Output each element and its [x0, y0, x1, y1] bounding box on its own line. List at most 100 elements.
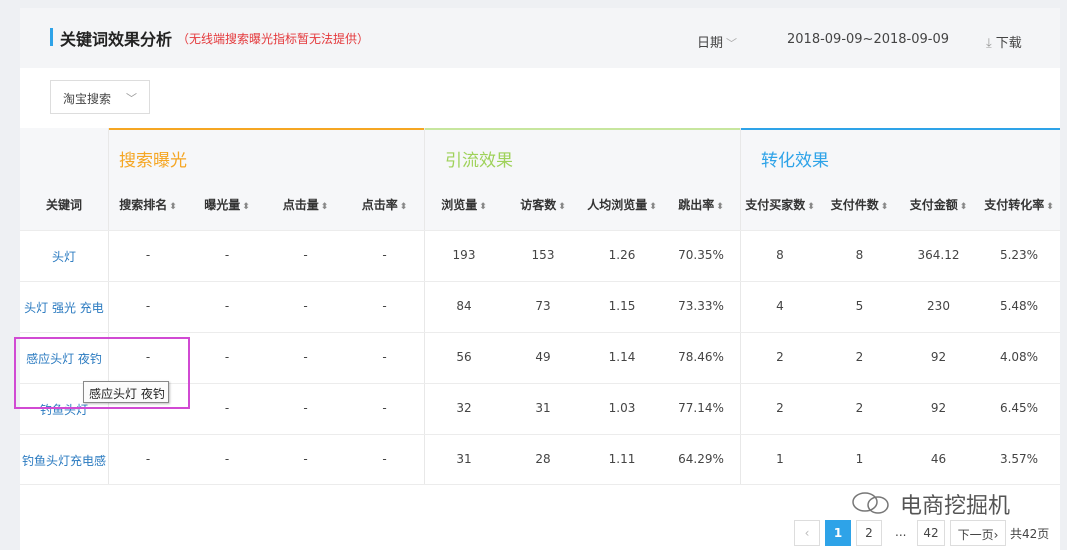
table-cell: -: [303, 401, 308, 415]
col-header-keyword: 关键词: [20, 196, 108, 213]
table-cell: -: [303, 299, 308, 313]
next-page-label: 下一页: [957, 528, 994, 542]
table-cell: 5.23%: [999, 248, 1039, 262]
table-cell: 1.14: [608, 350, 636, 364]
page-title: 关键词效果分析: [60, 30, 173, 49]
source-select[interactable]: 淘宝搜索 ﹀: [50, 80, 150, 114]
table-cell: -: [303, 452, 308, 466]
chevron-right-icon: ›: [993, 528, 999, 542]
table-cell: 364.12: [917, 248, 960, 262]
table-cell: 3.57%: [999, 452, 1039, 466]
col-header-label: 支付买家数: [745, 198, 806, 212]
table-cell: -: [224, 299, 230, 313]
sort-icon: ⬍: [959, 202, 968, 212]
download-button[interactable]: ⤓ 下载: [986, 32, 1022, 51]
table-cell: -: [382, 350, 387, 364]
page-subtitle-note: （无线端搜索曝光指标暂无法提供）: [177, 32, 370, 46]
table-cell: -: [382, 452, 387, 466]
table-cell: 49: [535, 350, 551, 364]
table-cell: 92: [930, 350, 947, 364]
keyword-link[interactable]: 钓鱼头灯充电感: [20, 452, 108, 469]
table-cell: -: [382, 401, 387, 415]
col-header-label: 跳出率: [678, 198, 715, 212]
col-header-label: 曝光量: [204, 198, 241, 212]
group-title-traffic: 引流效果: [445, 151, 513, 171]
col-header-avg-pageviews[interactable]: 人均浏览量 ⬍: [582, 196, 662, 213]
pagination-ellipsis: ...: [895, 525, 907, 539]
keyword-link[interactable]: 头灯: [20, 248, 108, 265]
table-cell: -: [145, 248, 151, 262]
table-cell: 77.14%: [678, 401, 724, 415]
col-header-label: 搜索排名: [119, 198, 168, 212]
pagination-total: 共42页: [1010, 527, 1050, 541]
col-header-search-rank[interactable]: 搜索排名 ⬍: [108, 196, 188, 213]
col-header-conversion-rate[interactable]: 支付转化率 ⬍: [978, 196, 1060, 213]
table-cell: 73: [535, 299, 551, 313]
table-cell: 1.15: [608, 299, 636, 313]
col-header-label: 支付件数: [830, 198, 879, 212]
col-header-label: 访客数: [520, 198, 557, 212]
table-cell: 31: [535, 401, 551, 415]
col-header-pageviews[interactable]: 浏览量 ⬍: [424, 196, 504, 213]
col-header-visitors[interactable]: 访客数 ⬍: [504, 196, 582, 213]
group-line-exposure: [108, 128, 424, 130]
table-cell: -: [303, 350, 308, 364]
row-divider: [20, 230, 1060, 231]
table-cell: 28: [535, 452, 551, 466]
group-line-traffic: [424, 128, 740, 130]
table-cell: -: [382, 299, 387, 313]
chevron-left-icon: ‹: [804, 526, 810, 540]
pagination-page-2[interactable]: 2: [856, 520, 882, 546]
table-cell: 70.35%: [678, 248, 724, 262]
table-cell: 8: [855, 248, 864, 262]
table-cell: 6.45%: [999, 401, 1039, 415]
table-cell: -: [224, 350, 230, 364]
date-dropdown-label: 日期: [697, 36, 724, 51]
table-cell: 1: [776, 452, 784, 466]
col-header-amount[interactable]: 支付金额 ⬍: [899, 196, 978, 213]
pagination-page-1[interactable]: 1: [825, 520, 851, 546]
table-cell: 8: [776, 248, 784, 262]
col-header-label: 点击率: [361, 198, 398, 212]
group-divider-arrow: [740, 130, 754, 230]
source-select-value: 淘宝搜索: [63, 92, 112, 106]
sort-icon: ⬍: [880, 202, 889, 212]
date-dropdown[interactable]: 日期 ﹀: [697, 32, 737, 51]
pagination-next[interactable]: 下一页›: [950, 520, 1006, 546]
col-header-clicks[interactable]: 点击量 ⬍: [266, 196, 345, 213]
keyword-link[interactable]: 头灯 强光 充电: [20, 299, 108, 316]
group-divider-arrow: [424, 130, 438, 230]
table-cell: -: [224, 248, 230, 262]
sort-icon: ⬍: [479, 202, 487, 212]
table-cell: -: [303, 248, 308, 262]
sort-icon: ⬍: [169, 202, 177, 212]
col-header-label: 浏览量: [441, 198, 478, 212]
table-cell: 31: [456, 452, 472, 466]
sort-icon: ⬍: [1046, 202, 1054, 212]
col-header-impressions[interactable]: 曝光量 ⬍: [188, 196, 266, 213]
table-cell: 2: [855, 401, 864, 415]
download-icon: ⤓: [986, 36, 992, 51]
table-cell: 2: [776, 350, 784, 364]
sort-icon: ⬍: [320, 202, 329, 212]
pagination-page-last[interactable]: 42: [917, 520, 945, 546]
pagination-prev[interactable]: ‹: [794, 520, 820, 546]
chevron-down-icon: ﹀: [726, 37, 738, 50]
col-header-items[interactable]: 支付件数 ⬍: [820, 196, 899, 213]
date-range-text: 2018-09-09~2018-09-09: [787, 32, 949, 47]
table-cell: -: [224, 452, 230, 466]
col-header-ctr[interactable]: 点击率 ⬍: [345, 196, 424, 213]
col-header-bounce-rate[interactable]: 跳出率 ⬍: [662, 196, 740, 213]
chevron-down-icon: ﹀: [126, 92, 137, 105]
col-header-buyers[interactable]: 支付买家数 ⬍: [740, 196, 820, 213]
group-title-exposure: 搜索曝光: [119, 151, 187, 171]
row-divider: [20, 434, 1060, 435]
wechat-icon: [852, 492, 889, 514]
table-cell: -: [224, 401, 230, 415]
keyword-tooltip: 感应头灯 夜钓: [83, 381, 169, 403]
col-header-label: 支付金额: [909, 198, 958, 212]
col-header-label: 支付转化率: [984, 198, 1045, 212]
panel-header: 关键词效果分析 （无线端搜索曝光指标暂无法提供） 日期 ﹀ 2018-09-09~…: [20, 8, 1060, 68]
table-cell: 92: [930, 401, 947, 415]
table-cell: 84: [456, 299, 472, 313]
